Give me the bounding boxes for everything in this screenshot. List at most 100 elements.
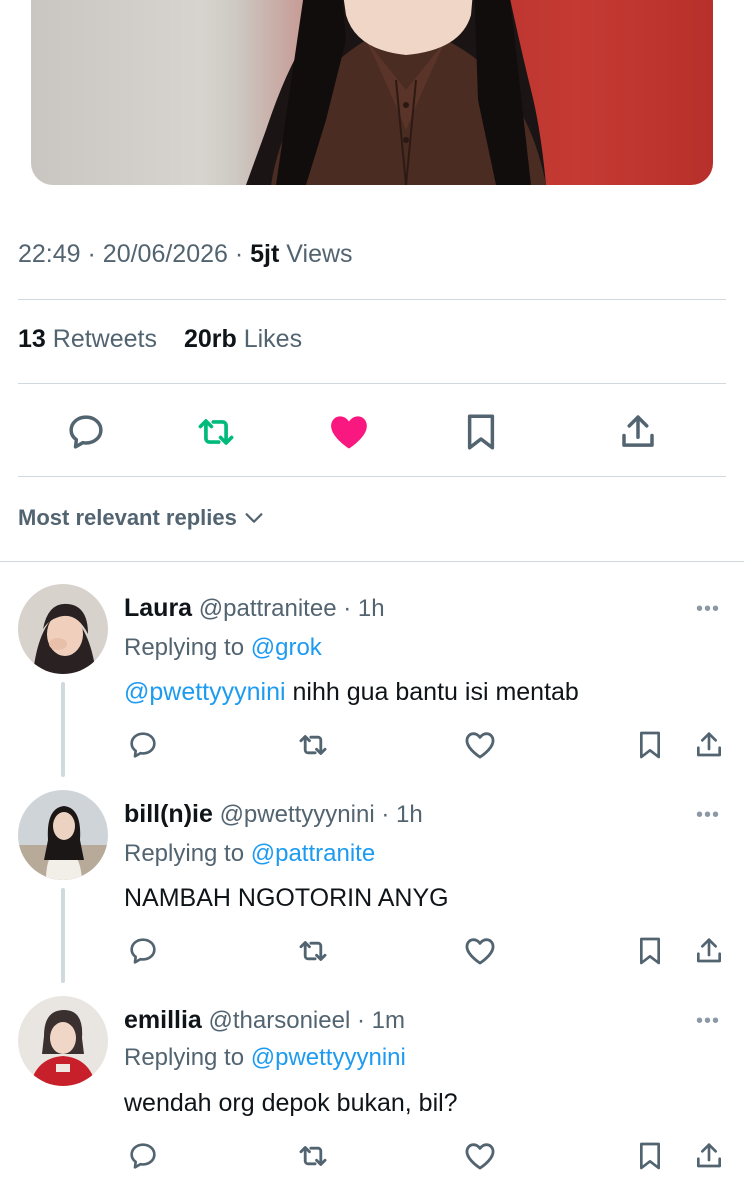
reply-author-handle[interactable]: @pwettyyynini — [220, 801, 375, 828]
reply-author-name[interactable]: Laura — [124, 594, 192, 622]
more-options-icon[interactable]: ••• — [696, 598, 720, 621]
more-options-icon[interactable]: ••• — [696, 1010, 720, 1033]
retweet-button[interactable] — [193, 409, 239, 455]
meta-separator: · — [343, 595, 352, 622]
photo-person-figure — [246, 0, 546, 185]
reply-header: Laura @pattranitee · 1h — [124, 594, 385, 623]
tweet-date[interactable]: 20/06/2026 — [103, 240, 228, 268]
like-button[interactable] — [462, 727, 498, 763]
like-button[interactable] — [462, 933, 498, 969]
share-button[interactable] — [615, 409, 661, 455]
bookmark-icon — [467, 414, 495, 450]
like-button[interactable] — [326, 409, 372, 455]
retweet-button[interactable] — [295, 727, 331, 763]
replying-prefix: Replying to — [124, 840, 245, 867]
likes-count: 20rb — [183, 325, 237, 353]
replying-to: Replying to @grok — [124, 634, 322, 662]
meta-separator: · — [356, 1007, 365, 1034]
reply-mention[interactable]: @pwettyyynini — [124, 678, 286, 706]
tweet-action-bar — [0, 409, 744, 455]
tweet-stats: 13 Retweets 20rb Likes — [18, 325, 302, 354]
reply-author-handle[interactable]: @tharsonieel — [209, 1007, 351, 1034]
bookmark-icon — [640, 1142, 660, 1170]
avatar-image — [18, 790, 108, 880]
retweet-button[interactable] — [295, 1138, 331, 1174]
reply-author-name[interactable]: emillia — [124, 1006, 202, 1034]
share-button[interactable] — [691, 933, 727, 969]
reply-time[interactable]: 1h — [396, 801, 423, 828]
avatar-image — [18, 996, 108, 1086]
bookmark-icon — [640, 937, 660, 965]
share-button[interactable] — [691, 1138, 727, 1174]
likes-stat[interactable]: 20rb Likes — [184, 325, 302, 353]
divider — [18, 476, 726, 477]
heart-icon — [465, 1143, 495, 1170]
retweets-count: 13 — [18, 325, 46, 353]
retweet-icon — [299, 735, 327, 755]
reply-time[interactable]: 1m — [372, 1007, 405, 1034]
share-button[interactable] — [691, 727, 727, 763]
reply-button[interactable] — [125, 933, 161, 969]
reply-icon — [69, 415, 103, 449]
heart-icon — [465, 732, 495, 759]
replying-to-mention[interactable]: @pattranite — [251, 840, 375, 867]
replying-to-mention[interactable]: @grok — [251, 634, 322, 661]
share-icon — [697, 732, 721, 757]
reply-text: NAMBAH NGOTORIN ANYG — [124, 884, 449, 913]
retweet-icon — [198, 419, 234, 445]
share-icon — [697, 1143, 721, 1168]
avatar-image — [18, 584, 108, 674]
thread-line — [61, 682, 65, 777]
reply-body: wendah org depok bukan, bil? — [124, 1089, 458, 1117]
replying-prefix: Replying to — [124, 1044, 245, 1071]
divider — [0, 561, 744, 562]
replies-sort-dropdown[interactable]: Most relevant replies — [18, 505, 265, 531]
divider — [18, 383, 726, 384]
meta-separator: · — [381, 801, 390, 828]
replying-to: Replying to @pwettyyynini — [124, 1044, 406, 1072]
retweet-icon — [299, 941, 327, 961]
tweet-timestamp-views: 22:49 · 20/06/2026 · 5jt Views — [18, 240, 353, 269]
avatar[interactable] — [18, 996, 108, 1086]
replying-to: Replying to @pattranite — [124, 840, 375, 868]
reply-header: emillia @tharsonieel · 1m — [124, 1006, 405, 1035]
bookmark-button[interactable] — [458, 409, 504, 455]
retweets-stat[interactable]: 13 Retweets — [18, 325, 157, 353]
reply-button[interactable] — [125, 727, 161, 763]
reply-header: bill(n)ie @pwettyyynini · 1h — [124, 800, 423, 829]
reply-text: wendah org depok bukan, bil? — [124, 1089, 458, 1118]
reply-author-handle[interactable]: @pattranitee — [199, 595, 337, 622]
reply-body: NAMBAH NGOTORIN ANYG — [124, 884, 449, 912]
heart-filled-icon — [331, 416, 367, 449]
divider — [18, 299, 726, 300]
replying-prefix: Replying to — [124, 634, 245, 661]
heart-icon — [465, 938, 495, 965]
replying-to-mention[interactable]: @pwettyyynini — [251, 1044, 406, 1071]
meta-separator: · — [87, 240, 96, 268]
thread-line — [61, 888, 65, 983]
bookmark-icon — [640, 731, 660, 759]
share-icon — [622, 415, 654, 447]
reply-icon — [130, 1143, 156, 1169]
bookmark-button[interactable] — [632, 933, 668, 969]
more-options-icon[interactable]: ••• — [696, 804, 720, 827]
share-icon — [697, 938, 721, 963]
meta-separator: · — [234, 240, 244, 268]
reply-button[interactable] — [63, 409, 109, 455]
tweet-time[interactable]: 22:49 — [18, 240, 81, 268]
reply-button[interactable] — [125, 1138, 161, 1174]
reply-icon — [130, 732, 156, 758]
replies-sort-label: Most relevant replies — [18, 505, 237, 530]
bookmark-button[interactable] — [632, 727, 668, 763]
retweets-label: Retweets — [52, 325, 157, 353]
reply-time[interactable]: 1h — [358, 595, 385, 622]
reply-author-name[interactable]: bill(n)ie — [124, 800, 213, 828]
like-button[interactable] — [462, 1138, 498, 1174]
retweet-button[interactable] — [295, 933, 331, 969]
avatar[interactable] — [18, 790, 108, 880]
tweet-media-image[interactable] — [31, 0, 713, 185]
reply-body: nihh gua bantu isi mentab — [285, 678, 579, 706]
bookmark-button[interactable] — [632, 1138, 668, 1174]
retweet-icon — [299, 1146, 327, 1166]
avatar[interactable] — [18, 584, 108, 674]
